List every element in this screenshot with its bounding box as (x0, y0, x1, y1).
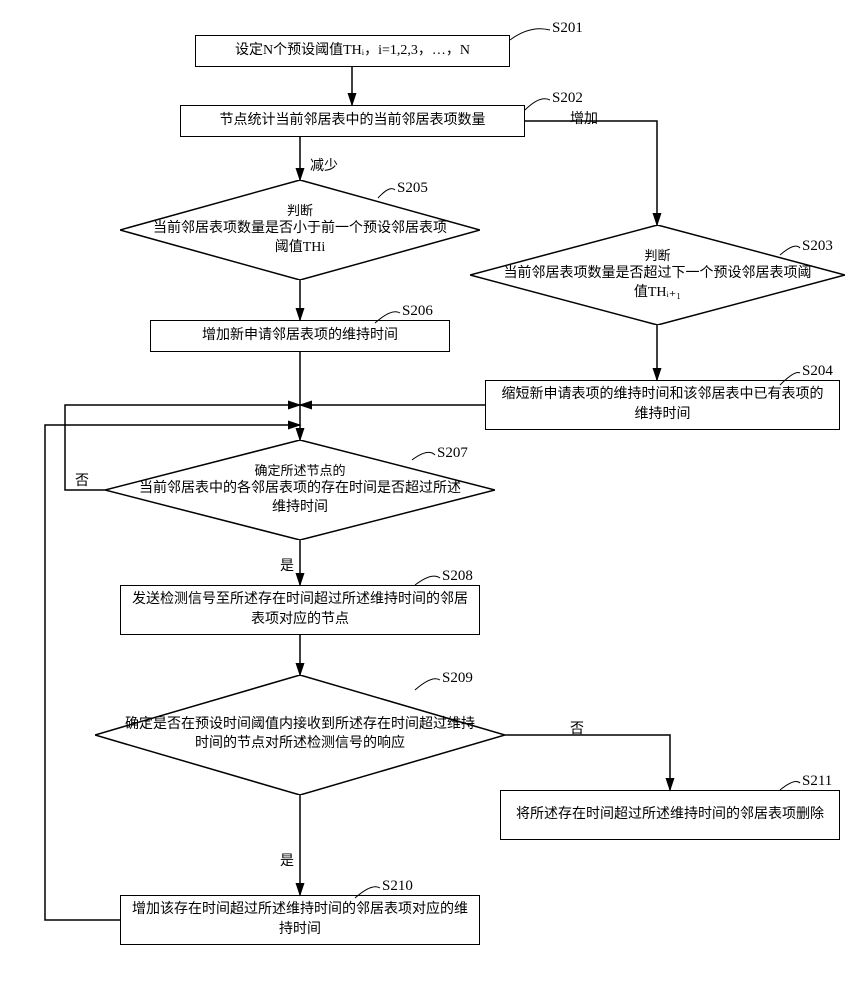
label-s206: S206 (400, 303, 435, 320)
step-s210: 增加该存在时间超过所述维持时间的邻居表项对应的维持时间 (120, 895, 480, 945)
label-s209: S209 (440, 670, 475, 687)
edge-s209-yes: 是 (280, 850, 294, 870)
step-s211: 将所述存在时间超过所述维持时间的邻居表项删除 (500, 790, 840, 840)
label-s211: S211 (800, 773, 834, 790)
decision-text: 确定是否在预设时间阈值内接收到所述存在时间超过维持时间的节点对所述检测信号的响应 (125, 716, 475, 754)
edge-s207-yes: 是 (280, 555, 294, 575)
edge-s207-no: 否 (75, 470, 89, 490)
decision-head: 判断 (500, 247, 815, 265)
step-text: 增加新申请邻居表项的维持时间 (202, 326, 398, 346)
decision-s209: 确定是否在预设时间阈值内接收到所述存在时间超过维持时间的节点对所述检测信号的响应 (95, 675, 505, 795)
step-text: 发送检测信号至所述存在时间超过所述维持时间的邻居表项对应的节点 (131, 590, 469, 629)
label-s201: S201 (550, 20, 585, 37)
label-s202: S202 (550, 90, 585, 107)
decision-head: 确定所述节点的 (135, 462, 465, 480)
step-text: 将所述存在时间超过所述维持时间的邻居表项删除 (516, 805, 824, 825)
label-s208: S208 (440, 568, 475, 585)
step-text: 缩短新申请表项的维持时间和该邻居表中已有表项的维持时间 (496, 385, 829, 424)
step-s204: 缩短新申请表项的维持时间和该邻居表中已有表项的维持时间 (485, 380, 840, 430)
step-s201: 设定N个预设阈值THᵢ，i=1,2,3，…，N (195, 35, 510, 67)
step-s202: 节点统计当前邻居表中的当前邻居表项数量 (180, 105, 525, 137)
step-text: 增加该存在时间超过所述维持时间的邻居表项对应的维持时间 (131, 900, 469, 939)
step-s206: 增加新申请邻居表项的维持时间 (150, 320, 450, 352)
decision-s203: 判断 当前邻居表项数量是否超过下一个预设邻居表项阈值THᵢ₊₁ (470, 225, 845, 325)
edge-s209-no: 否 (570, 718, 584, 738)
decision-text: 当前邻居表项数量是否超过下一个预设邻居表项阈值THᵢ₊₁ (500, 265, 815, 303)
decision-text: 当前邻居表项数量是否小于前一个预设邻居表项阈值THi (150, 220, 450, 258)
label-s210: S210 (380, 878, 415, 895)
label-s205: S205 (395, 180, 430, 197)
step-s208: 发送检测信号至所述存在时间超过所述维持时间的邻居表项对应的节点 (120, 585, 480, 635)
decision-head: 判断 (150, 202, 450, 220)
edge-decrease: 减少 (310, 155, 338, 175)
decision-text: 当前邻居表中的各邻居表项的存在时间是否超过所述维持时间 (135, 480, 465, 518)
label-s204: S204 (800, 363, 835, 380)
label-s207: S207 (435, 445, 470, 462)
step-text: 设定N个预设阈值THᵢ，i=1,2,3，…，N (235, 41, 470, 61)
edge-increase: 增加 (570, 108, 598, 128)
step-text: 节点统计当前邻居表中的当前邻居表项数量 (220, 111, 486, 131)
